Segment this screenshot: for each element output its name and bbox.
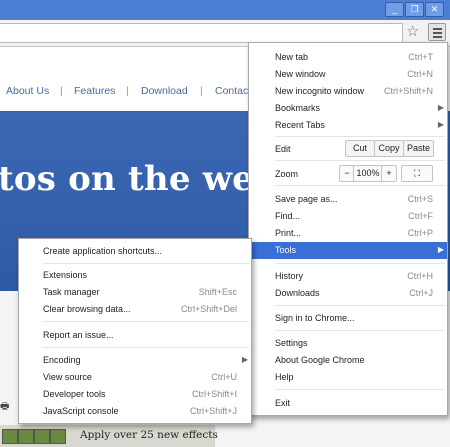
menu-item-create-shortcuts[interactable]: Create application shortcuts...: [19, 243, 251, 260]
menu-item-sign-in[interactable]: Sign in to Chrome...: [249, 310, 447, 327]
menu-item-developer-tools[interactable]: Developer tools Ctrl+Shift+I: [19, 386, 251, 403]
menu-separator: [43, 347, 249, 348]
menu-item-new-window[interactable]: New window Ctrl+N: [249, 66, 447, 83]
menu-item-recent-tabs[interactable]: Recent Tabs ▶: [249, 117, 447, 134]
menu-item-new-tab[interactable]: New tab Ctrl+T: [249, 49, 447, 66]
nav-separator: |: [200, 85, 203, 97]
zoom-in-button[interactable]: +: [381, 165, 397, 182]
zoom-level: 100%: [353, 165, 383, 182]
nav-separator: |: [60, 85, 63, 97]
menu-item-extensions[interactable]: Extensions: [19, 267, 251, 284]
restore-button[interactable]: ❐: [405, 2, 424, 17]
chevron-right-icon: ▶: [241, 355, 248, 364]
menu-item-save-page[interactable]: Save page as... Ctrl+S: [249, 191, 447, 208]
menu-item-view-source[interactable]: View source Ctrl+U: [19, 369, 251, 386]
effect-thumbnail[interactable]: [18, 429, 34, 444]
nav-contact[interactable]: Contac: [215, 85, 248, 97]
menu-item-bookmarks[interactable]: Bookmarks ▶: [249, 100, 447, 117]
printer-icon: 🖶: [0, 401, 10, 412]
menu-separator: [43, 321, 249, 322]
paste-button[interactable]: Paste: [403, 140, 434, 157]
window-controls: _ ❐ ✕: [385, 2, 444, 17]
nav-about-us[interactable]: About Us: [6, 85, 49, 97]
menu-bar-icon: [433, 28, 442, 30]
effect-thumbnail[interactable]: [34, 429, 50, 444]
menu-separator: [275, 389, 445, 390]
chevron-right-icon: ▶: [437, 120, 444, 129]
hero-title: tos on the web: [0, 159, 278, 199]
effects-caption: Apply over 25 new effects: [80, 429, 218, 441]
cut-button[interactable]: Cut: [345, 140, 375, 157]
copy-button[interactable]: Copy: [374, 140, 404, 157]
menu-item-clear-browsing[interactable]: Clear browsing data... Ctrl+Shift+Del: [19, 301, 251, 318]
nav-separator: |: [126, 85, 129, 97]
menu-item-edit: Edit Cut Copy Paste: [249, 140, 447, 158]
menu-bar-icon: [433, 32, 442, 34]
menu-separator: [275, 330, 445, 331]
nav-download[interactable]: Download: [141, 85, 188, 97]
menu-item-exit[interactable]: Exit: [249, 395, 447, 412]
chevron-right-icon: ▶: [437, 103, 444, 112]
effects-strip: Apply over 25 new effects: [0, 425, 218, 447]
menu-separator: [275, 263, 445, 264]
menu-item-new-incognito[interactable]: New incognito window Ctrl+Shift+N: [249, 83, 447, 100]
menu-item-settings[interactable]: Settings: [249, 335, 447, 352]
close-button[interactable]: ✕: [425, 2, 444, 17]
menu-separator: [275, 185, 445, 186]
effect-thumbnail[interactable]: [2, 429, 18, 444]
fullscreen-icon[interactable]: ⛶: [401, 165, 433, 182]
chevron-right-icon: ▶: [437, 245, 444, 254]
minimize-button[interactable]: _: [385, 2, 404, 17]
menu-bar-icon: [433, 36, 442, 38]
nav-features[interactable]: Features: [74, 85, 115, 97]
tools-submenu: Create application shortcuts... Extensio…: [18, 238, 252, 424]
menu-item-zoom: Zoom − 100% + ⛶: [249, 165, 447, 183]
menu-separator: [275, 305, 445, 306]
menu-item-js-console[interactable]: JavaScript console Ctrl+Shift+J: [19, 403, 251, 420]
menu-item-task-manager[interactable]: Task manager Shift+Esc: [19, 284, 251, 301]
menu-item-about[interactable]: About Google Chrome: [249, 352, 447, 369]
window-title-bar: _ ❐ ✕: [0, 0, 450, 20]
menu-separator: [275, 160, 445, 161]
menu-item-print[interactable]: Print... Ctrl+P: [249, 225, 447, 242]
chrome-menu-button[interactable]: [428, 23, 446, 41]
menu-item-report-issue[interactable]: Report an issue...: [19, 327, 251, 344]
address-bar[interactable]: [0, 23, 403, 43]
menu-item-find[interactable]: Find... Ctrl+F: [249, 208, 447, 225]
menu-item-encoding[interactable]: Encoding ▶: [19, 352, 251, 369]
menu-item-history[interactable]: History Ctrl+H: [249, 268, 447, 285]
menu-separator: [275, 136, 445, 137]
menu-item-tools[interactable]: Tools ▶: [249, 242, 447, 259]
effect-thumbnail[interactable]: [50, 429, 66, 444]
menu-item-help[interactable]: Help: [249, 369, 447, 386]
bookmark-star-icon[interactable]: ☆: [406, 23, 419, 41]
menu-separator: [43, 263, 249, 264]
menu-item-downloads[interactable]: Downloads Ctrl+J: [249, 285, 447, 302]
chrome-main-menu: New tab Ctrl+T New window Ctrl+N New incog…: [248, 42, 448, 416]
